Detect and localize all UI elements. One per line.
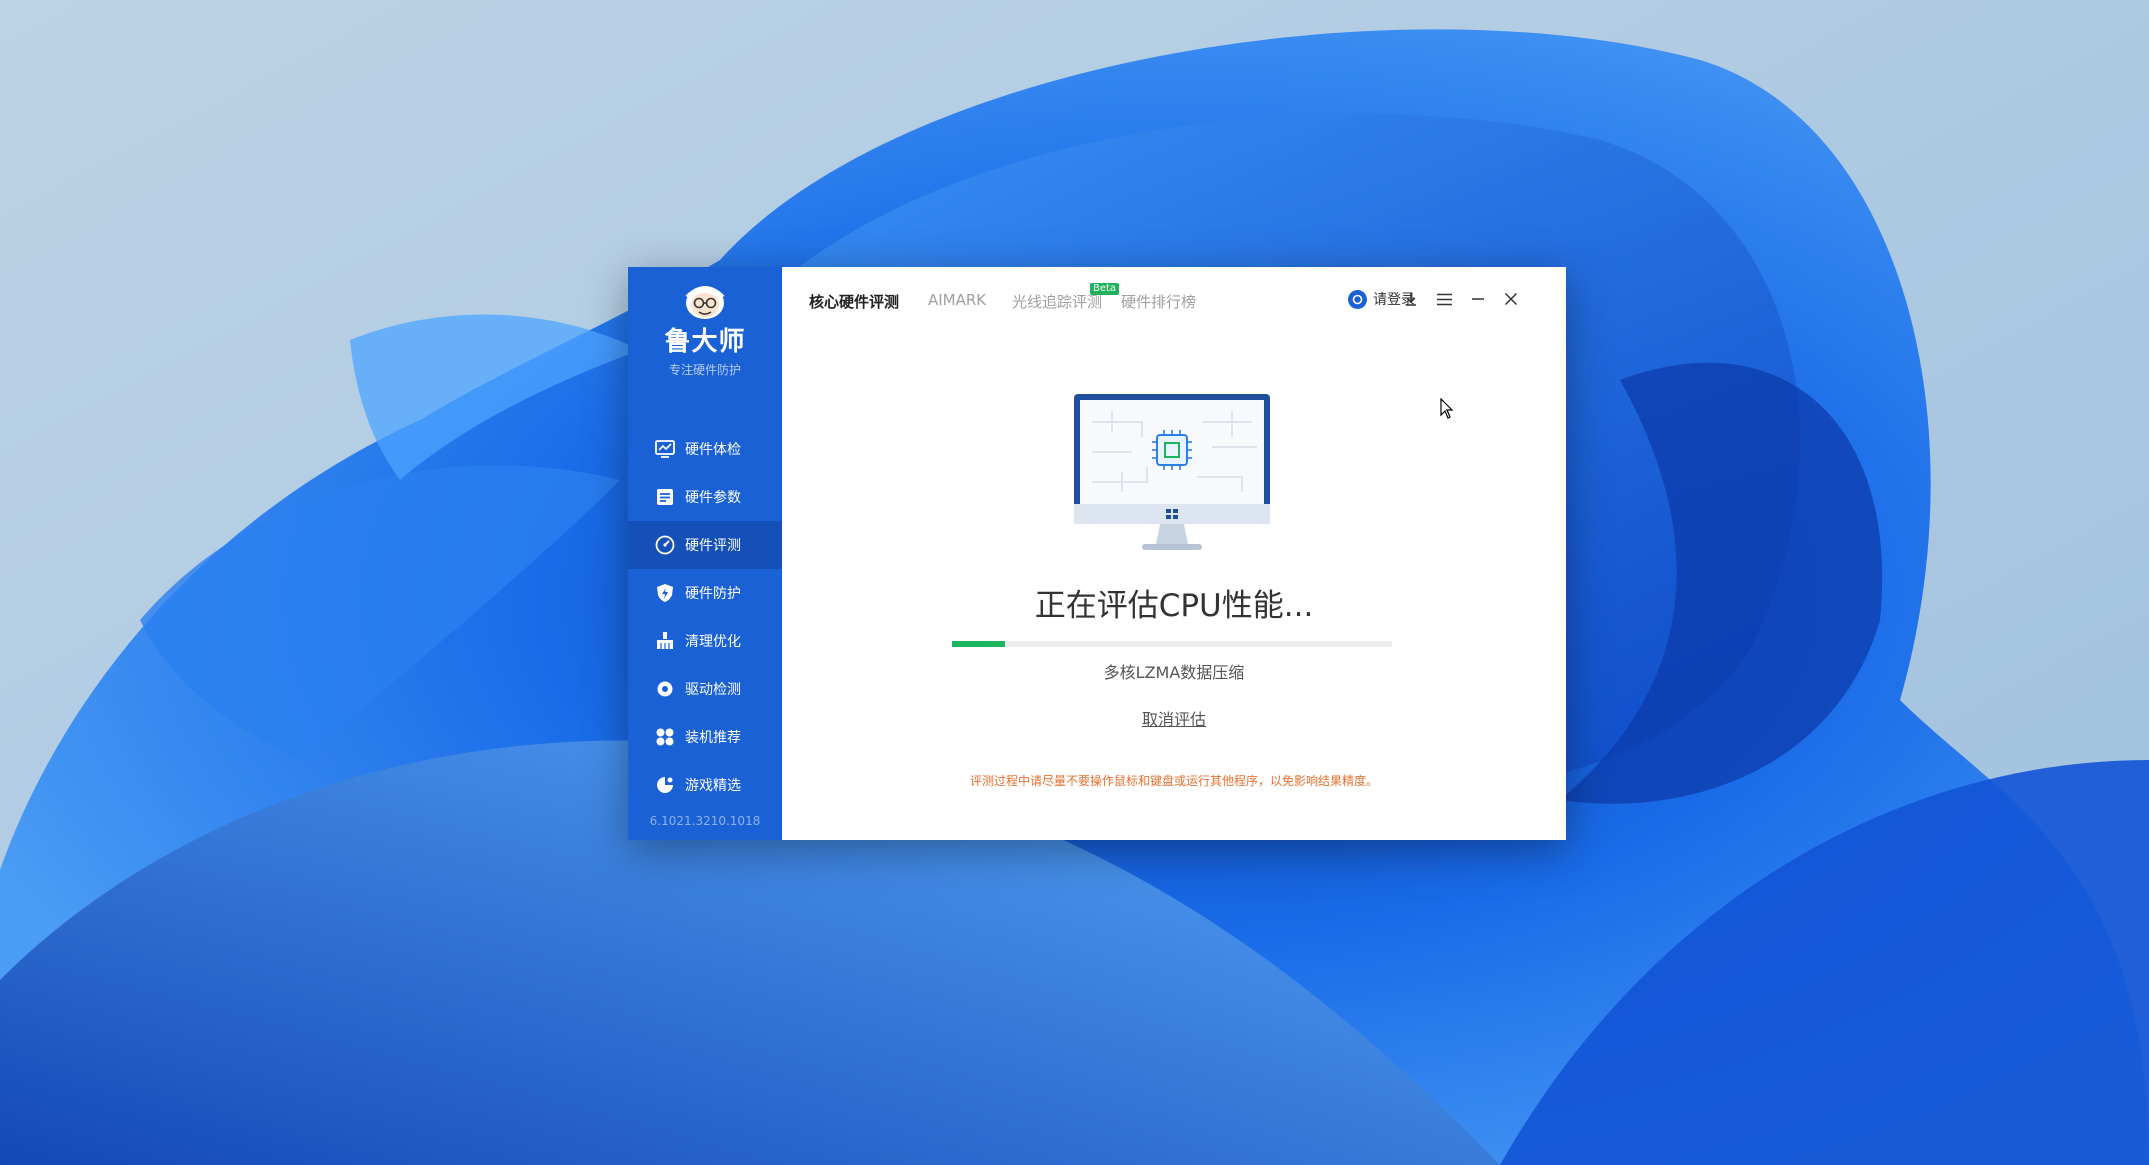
- cancel-evaluation-link[interactable]: 取消评估: [1142, 710, 1206, 729]
- sidebar-item-game-picks[interactable]: 游戏精选: [628, 761, 782, 809]
- list-icon: [654, 486, 676, 508]
- mouse-cursor-icon: [1440, 398, 1454, 419]
- sidebar-item-clean-optimize[interactable]: 清理优化: [628, 617, 782, 665]
- tab-core-hardware-benchmark[interactable]: 核心硬件评测: [809, 291, 899, 312]
- monitor-chart-icon: [654, 438, 676, 460]
- sidebar-item-hardware-protection[interactable]: 硬件防护: [628, 569, 782, 617]
- ludashi-window: 鲁大师 专注硬件防护 硬件体检 硬件参数 硬件评测 硬件防护 清理优化 驱动检测…: [628, 267, 1566, 840]
- sidebar-item-hardware-check[interactable]: 硬件体检: [628, 425, 782, 473]
- minimize-button[interactable]: [1466, 287, 1490, 311]
- hamburger-menu-icon: [1436, 293, 1452, 305]
- sidebar-item-label: 清理优化: [685, 634, 741, 650]
- progress-fill: [952, 641, 1005, 647]
- logo: 鲁大师 专注硬件防护: [628, 281, 782, 378]
- main-panel: 核心硬件评测 AIMARK 光线追踪评测 Beta 硬件排行榜 请登录 正在评估…: [782, 267, 1566, 840]
- gear-icon: [654, 678, 676, 700]
- warning-text: 评测过程中请尽量不要操作鼠标和键盘或运行其他程序，以免影响结果精度。: [969, 774, 1378, 788]
- cancel-evaluation-wrapper: 取消评估: [782, 706, 1566, 730]
- close-button[interactable]: [1499, 287, 1523, 311]
- progress-step-label: 多核LZMA数据压缩: [1103, 663, 1245, 682]
- close-icon: [1504, 292, 1518, 306]
- status-title: 正在评估CPU性能...: [1034, 588, 1314, 624]
- tab-hardware-ranking[interactable]: 硬件排行榜: [1121, 291, 1196, 312]
- progress-bar: [952, 641, 1392, 647]
- menu-button[interactable]: [1432, 287, 1456, 311]
- grid-icon: [654, 726, 676, 748]
- sidebar-item-label: 游戏精选: [685, 778, 741, 794]
- download-button[interactable]: [1399, 287, 1423, 311]
- speedometer-icon: [654, 534, 676, 556]
- sidebar: 鲁大师 专注硬件防护 硬件体检 硬件参数 硬件评测 硬件防护 清理优化 驱动检测…: [628, 267, 782, 840]
- monitor-cpu-illustration: [1074, 394, 1270, 550]
- shield-bolt-icon: [654, 582, 676, 604]
- gamepad-icon: [654, 774, 676, 796]
- sidebar-item-hardware-benchmark[interactable]: 硬件评测: [628, 521, 782, 569]
- sidebar-item-label: 硬件评测: [685, 538, 741, 554]
- broom-icon: [654, 630, 676, 652]
- download-icon: [1406, 293, 1416, 306]
- sidebar-item-hardware-params[interactable]: 硬件参数: [628, 473, 782, 521]
- tab-ray-tracing-benchmark[interactable]: 光线追踪评测: [1012, 291, 1102, 312]
- sidebar-item-label: 驱动检测: [685, 682, 741, 698]
- brand-slogan: 专注硬件防护: [668, 363, 741, 377]
- ludashi-mascot-icon: [685, 286, 725, 319]
- beta-badge: Beta: [1090, 283, 1120, 295]
- tab-aimark[interactable]: AIMARK: [928, 291, 986, 309]
- sidebar-item-build-recommend[interactable]: 装机推荐: [628, 713, 782, 761]
- sidebar-item-label: 硬件参数: [685, 490, 741, 506]
- sidebar-item-label: 硬件防护: [685, 586, 741, 602]
- sidebar-item-label: 装机推荐: [685, 730, 741, 746]
- brand-name: 鲁大师: [664, 327, 746, 357]
- sidebar-item-driver-check[interactable]: 驱动检测: [628, 665, 782, 713]
- sidebar-item-label: 硬件体检: [685, 442, 741, 458]
- minimize-icon: [1472, 298, 1484, 300]
- user-avatar-icon: [1348, 289, 1367, 309]
- version-label: 6.1021.3210.1018: [649, 814, 761, 828]
